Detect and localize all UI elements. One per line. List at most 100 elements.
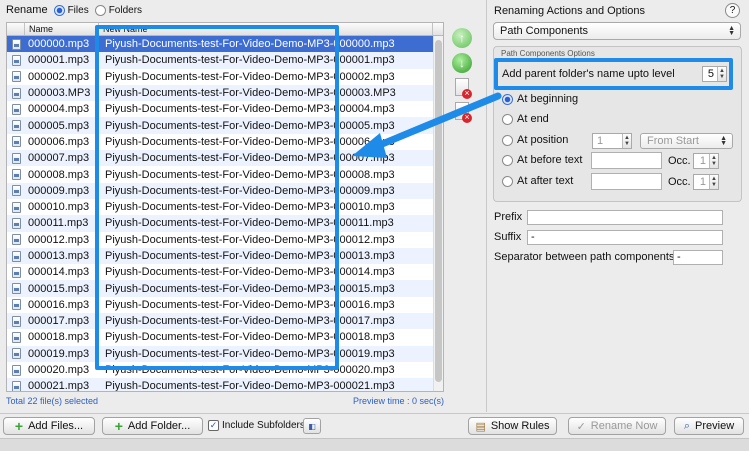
table-row[interactable]: 000002.mp3 Piyush-Documents-test-For-Vide… (7, 69, 443, 85)
prefix-input[interactable] (527, 210, 723, 225)
at-position-radio[interactable] (502, 134, 513, 146)
occ-after-arrows-icon[interactable]: ▲ ▼ (709, 175, 718, 189)
table-row[interactable]: 000001.mp3 Piyush-Documents-test-For-Vide… (7, 52, 443, 69)
table-row[interactable]: 000012.mp3 Piyush-Documents-test-For-Vide… (7, 232, 443, 248)
table-row[interactable]: 000006.mp3 Piyush-Documents-test-For-Vide… (7, 134, 443, 150)
at-end-option[interactable]: At end (502, 113, 549, 125)
table-row[interactable]: 000018.mp3 Piyush-Documents-test-For-Vide… (7, 329, 443, 345)
file-icon-cell (7, 331, 25, 343)
add-files-button[interactable]: + Add Files... (3, 417, 95, 435)
at-before-text-option[interactable]: At before text (502, 154, 582, 166)
table-row[interactable]: 000000.mp3 Piyush-Documents-test-For-Vide… (7, 36, 443, 53)
occ-after-stepper[interactable]: 1 ▲ ▼ (693, 174, 719, 190)
table-row[interactable]: 000008.mp3 Piyush-Documents-test-For-Vide… (7, 166, 443, 182)
file-icon-cell (7, 103, 25, 115)
stepper-arrows-icon[interactable]: ▲ ▼ (717, 67, 726, 81)
at-beginning-option[interactable]: At beginning (502, 93, 578, 105)
at-after-text-option[interactable]: At after text (502, 175, 573, 187)
table-row[interactable]: 000016.mp3 Piyush-Documents-test-For-Vide… (7, 297, 443, 313)
new-name-cell: Piyush-Documents-test-For-Video-Demo-MP3… (105, 282, 395, 295)
original-name-cell: 000021.mp3 (28, 380, 90, 392)
subfolder-options-button[interactable]: ◧ (303, 418, 321, 434)
scrollbar-thumb[interactable] (435, 40, 442, 382)
table-row[interactable]: 000009.mp3 Piyush-Documents-test-For-Vide… (7, 182, 443, 199)
file-icon-cell (7, 169, 25, 181)
table-row[interactable]: 000007.mp3 Piyush-Documents-test-For-Vide… (7, 150, 443, 167)
table-row[interactable]: 000004.mp3 Piyush-Documents-test-For-Vide… (7, 101, 443, 117)
files-radio-dot[interactable] (53, 4, 65, 16)
file-icon-cell (7, 380, 25, 391)
include-subfolders-check-icon[interactable]: ✓ (208, 420, 219, 431)
before-text-input[interactable] (591, 152, 662, 169)
audio-file-icon (11, 103, 21, 115)
remove-all-files-icon[interactable] (455, 102, 472, 123)
header-name[interactable]: Name (25, 23, 99, 35)
original-name-cell: 000003.MP3 (28, 87, 91, 100)
new-name-cell: Piyush-Documents-test-For-Video-Demo-MP3… (105, 364, 395, 377)
move-down-icon[interactable]: ↓ (452, 53, 472, 73)
rename-now-button[interactable]: ✓ Rename Now (568, 417, 666, 435)
window-footer (0, 438, 749, 451)
audio-file-icon (11, 234, 21, 246)
file-table[interactable]: Name New Name 000000.mp3 Piyush-Documents… (6, 22, 444, 392)
table-row[interactable]: 000003.MP3 Piyush-Documents-test-For-Vide… (7, 84, 443, 102)
remove-file-icon[interactable] (455, 78, 472, 99)
after-text-input[interactable] (591, 173, 662, 190)
new-name-cell: Piyush-Documents-test-For-Video-Demo-MP3… (105, 315, 395, 328)
new-name-cell: Piyush-Documents-test-For-Video-Demo-MP3… (105, 347, 395, 360)
original-name-cell: 000002.mp3 (28, 70, 90, 83)
table-scrollbar[interactable] (433, 36, 443, 391)
new-name-cell: Piyush-Documents-test-For-Video-Demo-MP3… (105, 103, 395, 116)
preview-button[interactable]: ⌕ Preview (674, 417, 744, 435)
suffix-input[interactable]: - (527, 230, 723, 245)
include-subfolders-label: Include Subfolders (222, 420, 305, 431)
move-up-icon[interactable]: ↑ (452, 28, 472, 48)
position-from-select[interactable]: From Start ▲ ▼ (640, 133, 733, 149)
audio-file-icon (11, 120, 21, 132)
table-row[interactable]: 000015.mp3 Piyush-Documents-test-For-Vide… (7, 280, 443, 297)
file-icon-cell (7, 152, 25, 164)
new-name-cell: Piyush-Documents-test-For-Video-Demo-MP3… (105, 135, 395, 148)
table-row[interactable]: 000021.mp3 Piyush-Documents-test-For-Vide… (7, 378, 443, 392)
position-stepper-arrows-icon[interactable]: ▲ ▼ (622, 134, 631, 148)
table-row[interactable]: 000005.mp3 Piyush-Documents-test-For-Vide… (7, 117, 443, 134)
table-row[interactable]: 000019.mp3 Piyush-Documents-test-For-Vide… (7, 345, 443, 362)
file-icon-cell (7, 234, 25, 246)
at-position-option[interactable]: At position (502, 134, 568, 146)
folders-radio-dot[interactable] (94, 4, 106, 16)
add-folder-button[interactable]: + Add Folder... (102, 417, 203, 435)
file-icon-cell (7, 250, 25, 262)
at-end-radio[interactable] (502, 113, 513, 125)
occ-before-stepper[interactable]: 1 ▲ ▼ (693, 153, 719, 169)
show-rules-button[interactable]: ▤ Show Rules (468, 417, 557, 435)
folders-radio[interactable]: Folders (94, 4, 142, 16)
table-row[interactable]: 000010.mp3 Piyush-Documents-test-For-Vide… (7, 199, 443, 215)
include-subfolders-checkbox[interactable]: ✓ Include Subfolders (208, 420, 305, 431)
at-beginning-radio[interactable] (502, 93, 513, 105)
at-after-text-radio[interactable] (502, 175, 513, 187)
table-row[interactable]: 000017.mp3 Piyush-Documents-test-For-Vide… (7, 313, 443, 330)
table-row[interactable]: 000020.mp3 Piyush-Documents-test-For-Vide… (7, 362, 443, 378)
new-name-cell: Piyush-Documents-test-For-Video-Demo-MP3… (105, 201, 395, 214)
separator-input[interactable]: - (673, 250, 723, 265)
table-row[interactable]: 000013.mp3 Piyush-Documents-test-For-Vide… (7, 247, 443, 265)
action-select[interactable]: Path Components ▲ ▼ (493, 22, 741, 40)
preview-magnifier-icon: ⌕ (683, 419, 691, 432)
occ-before-arrows-icon[interactable]: ▲ ▼ (709, 154, 718, 168)
files-radio[interactable]: Files (53, 4, 89, 16)
level-stepper[interactable]: 5 ▲ ▼ (702, 66, 727, 82)
table-row[interactable]: 000011.mp3 Piyush-Documents-test-For-Vide… (7, 215, 443, 232)
table-header: Name New Name (7, 23, 443, 36)
add-files-icon: + (14, 418, 24, 434)
audio-file-icon (11, 331, 21, 343)
original-name-cell: 000015.mp3 (28, 282, 90, 295)
new-name-cell: Piyush-Documents-test-For-Video-Demo-MP3… (105, 266, 395, 279)
position-stepper[interactable]: 1 ▲ ▼ (592, 133, 632, 149)
header-new-name[interactable]: New Name (99, 23, 433, 35)
help-button[interactable]: ? (725, 3, 740, 18)
table-row[interactable]: 000014.mp3 Piyush-Documents-test-For-Vide… (7, 264, 443, 280)
position-value: 1 (597, 135, 604, 147)
at-before-text-radio[interactable] (502, 154, 513, 166)
new-name-cell: Piyush-Documents-test-For-Video-Demo-MP3… (105, 217, 394, 230)
header-icon-col[interactable] (7, 23, 25, 35)
